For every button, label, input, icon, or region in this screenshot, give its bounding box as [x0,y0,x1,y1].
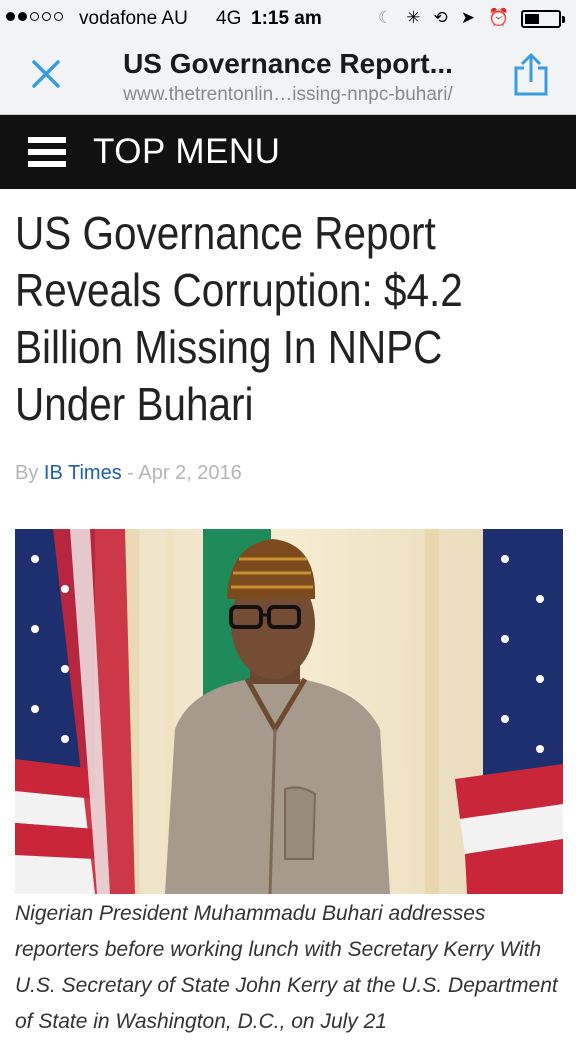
page-title[interactable]: US Governance Report... [0,48,576,80]
clock: 1:15 am [251,8,322,29]
article-headline: US Governance Report Reveals Corruption:… [15,207,463,430]
byline-separator: - [127,462,134,484]
top-menu-label[interactable]: TOP MENU [93,132,280,172]
byline-prefix: By [15,462,39,484]
author-link[interactable]: IB Times [44,462,122,484]
location-arrow-icon: ➤ [460,8,475,27]
network-type: 4G [216,8,242,29]
top-menu-bar[interactable]: TOP MENU [0,115,576,189]
article-byline: By IB Times - Apr 2, 2016 [15,462,242,485]
article-photo [15,529,563,894]
orientation-lock-icon: ⟲ [433,8,448,27]
loading-spinner-icon: ✳ [406,8,421,27]
image-caption: Nigerian President Muhammadu Buhari addr… [15,902,558,1033]
browser-nav-bar: US Governance Report... www.thetrentonli… [0,38,576,115]
signal-strength-icon [6,12,63,21]
status-bar: vodafone AU 4G 1:15 am ☾ ✳ ⟲ ➤ ⏰ [0,0,576,38]
page-url[interactable]: www.thetrentonlin…issing-nnpc-buhari/ [0,84,576,106]
share-icon[interactable] [510,52,552,98]
hamburger-icon[interactable] [28,137,66,167]
alarm-icon: ⏰ [488,8,510,27]
status-icons: ☾ ✳ ⟲ ➤ ⏰ [378,8,509,28]
battery-icon [521,10,565,28]
carrier-name: vodafone AU [79,8,188,29]
publish-date: Apr 2, 2016 [138,462,242,484]
moon-icon: ☾ [378,8,394,27]
